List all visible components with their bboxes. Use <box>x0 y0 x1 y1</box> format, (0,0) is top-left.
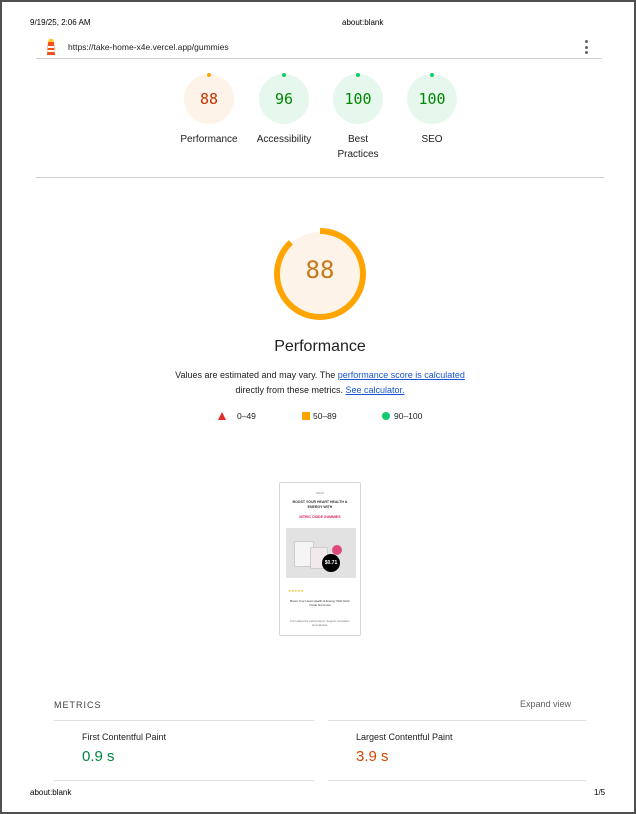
print-footer-url: about:blank <box>30 788 72 797</box>
average-square-icon <box>302 412 310 420</box>
gauge-label: Performance <box>180 134 238 145</box>
print-title: about:blank <box>342 18 384 27</box>
metrics-divider <box>54 720 314 721</box>
metric-label: Largest Contentful Paint <box>356 732 453 742</box>
pass-circle-icon <box>382 412 390 420</box>
performance-score: 88 <box>305 256 335 284</box>
legend-fail: 0–49 <box>237 411 256 421</box>
score-calculation-link[interactable]: performance score is calculated <box>338 370 465 380</box>
legend-average: 50–89 <box>313 411 337 421</box>
metrics-divider <box>328 720 586 721</box>
fail-triangle-icon <box>218 412 226 420</box>
score-dot-icon <box>356 73 360 77</box>
score-dot-icon <box>207 73 211 77</box>
score-dot-icon <box>282 73 286 77</box>
screenshot-fineprint: Formulated for performance. Support circ… <box>290 619 350 627</box>
gauge-score: 88 <box>199 90 219 108</box>
metric-value: 3.9 s <box>356 748 389 765</box>
performance-title: Performance <box>274 338 366 355</box>
metric-fcp: First Contentful Paint 0.9 s <box>82 732 166 765</box>
report-url[interactable]: https://take-home-x4e.vercel.app/gummies <box>68 42 229 52</box>
metric-label: First Contentful Paint <box>82 732 167 742</box>
url-bar: https://take-home-x4e.vercel.app/gummies <box>36 35 602 59</box>
screenshot-caption: Boost Your Heart Health & Energy With Ni… <box>290 599 350 607</box>
gauge-label: Accessibility <box>256 134 312 145</box>
gauge-best-practices[interactable]: 100 Best Practices <box>321 73 395 162</box>
metrics-header: METRICS <box>54 700 102 710</box>
report-page: 9/19/25, 2:06 AM about:blank https://tak… <box>2 2 634 812</box>
desc-text: directly from these metrics. <box>235 385 346 395</box>
desc-text: Values are estimated and may vary. The <box>175 370 338 380</box>
gauge-score: 100 <box>418 90 446 108</box>
gauge-performance[interactable]: 88 Performance <box>172 73 246 147</box>
gauge-label: SEO <box>421 134 443 145</box>
gauge-seo[interactable]: 100 SEO <box>395 73 469 147</box>
screenshot-brand: SNAP <box>315 491 325 495</box>
legend-pass: 90–100 <box>394 411 423 421</box>
section-divider <box>36 177 604 178</box>
calculator-link[interactable]: See calculator. <box>345 385 404 395</box>
gauge-label: Best Practices <box>337 134 379 160</box>
screenshot-headline-accent: NITRIC OXIDE GUMMIES <box>299 515 341 519</box>
print-datetime: 9/19/25, 2:06 AM <box>30 18 91 27</box>
gauge-score: 96 <box>274 90 294 108</box>
category-gauges: 88 Performance 96 Accessibility 100 Best… <box>172 73 472 164</box>
metric-value: 0.9 s <box>82 748 115 765</box>
expand-view-toggle[interactable]: Expand view <box>520 699 571 709</box>
print-page-number: 1/5 <box>594 788 606 797</box>
gauge-score: 100 <box>344 90 372 108</box>
metric-lcp: Largest Contentful Paint 3.9 s <box>356 732 453 765</box>
kebab-menu-icon[interactable] <box>584 40 588 54</box>
final-screenshot[interactable]: SNAP BOOST YOUR HEART HEALTH & ENERGY WI… <box>279 482 361 636</box>
score-dot-icon <box>430 73 434 77</box>
rating-stars: ★★★★★ <box>288 589 304 593</box>
metrics-divider <box>54 780 314 781</box>
performance-description: Values are estimated and may vary. The p… <box>152 368 488 398</box>
metrics-divider <box>328 780 586 781</box>
price-badge: $0.71 <box>322 554 340 572</box>
lighthouse-icon <box>47 39 55 55</box>
screenshot-headline: BOOST YOUR HEART HEALTH & ENERGY WITH <box>292 500 348 509</box>
gauge-accessibility[interactable]: 96 Accessibility <box>247 73 321 147</box>
